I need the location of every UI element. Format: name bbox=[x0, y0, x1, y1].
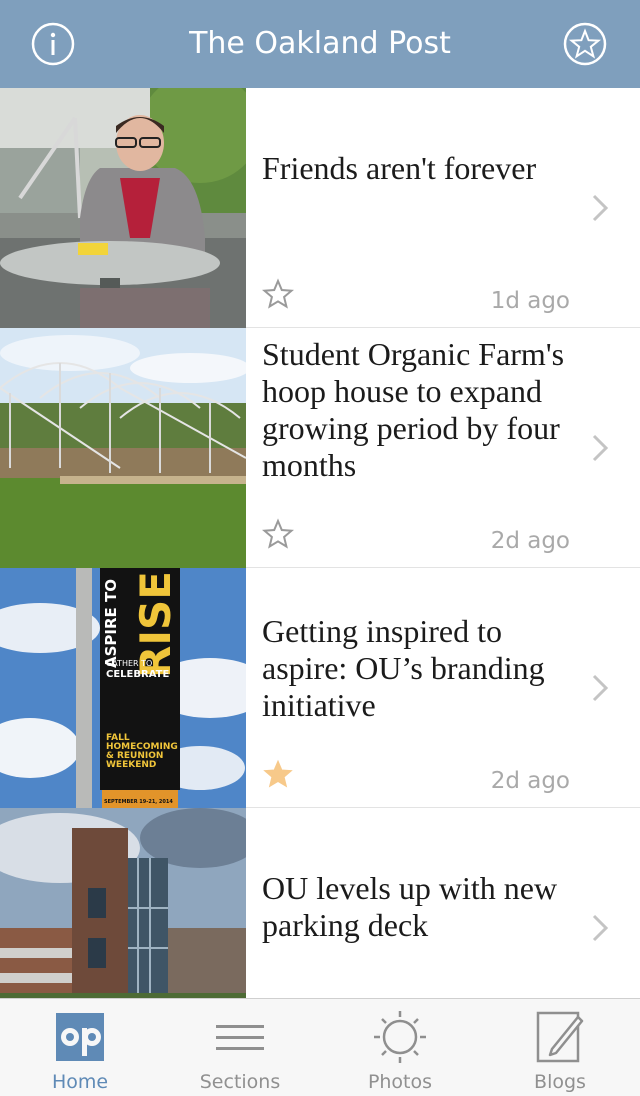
chevron-right-icon bbox=[592, 674, 609, 702]
op-logo-icon bbox=[56, 1013, 104, 1061]
svg-text:WEEKEND: WEEKEND bbox=[106, 760, 156, 770]
favorite-star-icon[interactable] bbox=[262, 758, 294, 790]
svg-text:CELEBRATE: CELEBRATE bbox=[106, 669, 169, 680]
article-headline: Getting inspired to aspire: OU’s brandin… bbox=[262, 613, 545, 723]
svg-text:ASPIRE TO: ASPIRE TO bbox=[102, 579, 120, 668]
tab-home[interactable]: Home bbox=[0, 999, 160, 1096]
article-headline: OU levels up with new parking deck bbox=[262, 870, 558, 943]
tab-label: Blogs bbox=[534, 1071, 586, 1093]
student-at-table-photo bbox=[0, 88, 246, 328]
tab-label: Sections bbox=[199, 1071, 281, 1093]
article-list: Friends aren't forever 1d ago Student Or… bbox=[0, 88, 640, 998]
article-row[interactable]: Friends aren't forever 1d ago bbox=[0, 88, 640, 328]
tab-label: Photos bbox=[367, 1071, 433, 1093]
svg-text:GATHER TO: GATHER TO bbox=[106, 659, 152, 668]
chevron-right-icon bbox=[592, 914, 609, 942]
aperture-sun-icon bbox=[374, 1011, 426, 1063]
aspire-to-rise-banner-photo: ASPIRE TO RISE GATHER TO CELEBRATE FALL … bbox=[0, 568, 246, 808]
article-row[interactable]: Student Organic Farm's hoop house to exp… bbox=[0, 328, 640, 568]
parking-deck-photo bbox=[0, 808, 246, 998]
article-headline: Student Organic Farm's hoop house to exp… bbox=[262, 336, 565, 483]
article-age: 1d ago bbox=[490, 288, 570, 314]
tab-label: Home bbox=[51, 1071, 109, 1093]
star-circle-icon[interactable] bbox=[562, 21, 608, 67]
top-navigation-bar: The Oakland Post bbox=[0, 0, 640, 88]
tab-blogs[interactable]: Blogs bbox=[480, 999, 640, 1096]
article-age: 2d ago bbox=[490, 528, 570, 554]
favorite-star-icon[interactable] bbox=[262, 518, 294, 550]
tab-sections[interactable]: Sections bbox=[160, 999, 320, 1096]
article-headline: Friends aren't forever bbox=[262, 150, 537, 186]
pencil-paper-icon bbox=[536, 1011, 584, 1063]
article-row[interactable]: ASPIRE TO RISE GATHER TO CELEBRATE FALL … bbox=[0, 568, 640, 808]
tab-photos[interactable]: Photos bbox=[320, 999, 480, 1096]
article-row[interactable]: OU levels up with new parking deck bbox=[0, 808, 640, 998]
favorite-star-icon[interactable] bbox=[262, 278, 294, 310]
menu-lines-icon bbox=[216, 1025, 264, 1050]
info-circle-icon[interactable] bbox=[30, 21, 76, 67]
article-age: 2d ago bbox=[490, 768, 570, 794]
chevron-right-icon bbox=[592, 434, 609, 462]
app-title: The Oakland Post bbox=[189, 26, 451, 61]
svg-text:SEPTEMBER 19-21, 2014: SEPTEMBER 19-21, 2014 bbox=[104, 799, 173, 805]
bottom-tab-bar: Home Sections Photos Blogs bbox=[0, 998, 640, 1096]
hoop-house-photo bbox=[0, 328, 246, 568]
chevron-right-icon bbox=[592, 194, 609, 222]
